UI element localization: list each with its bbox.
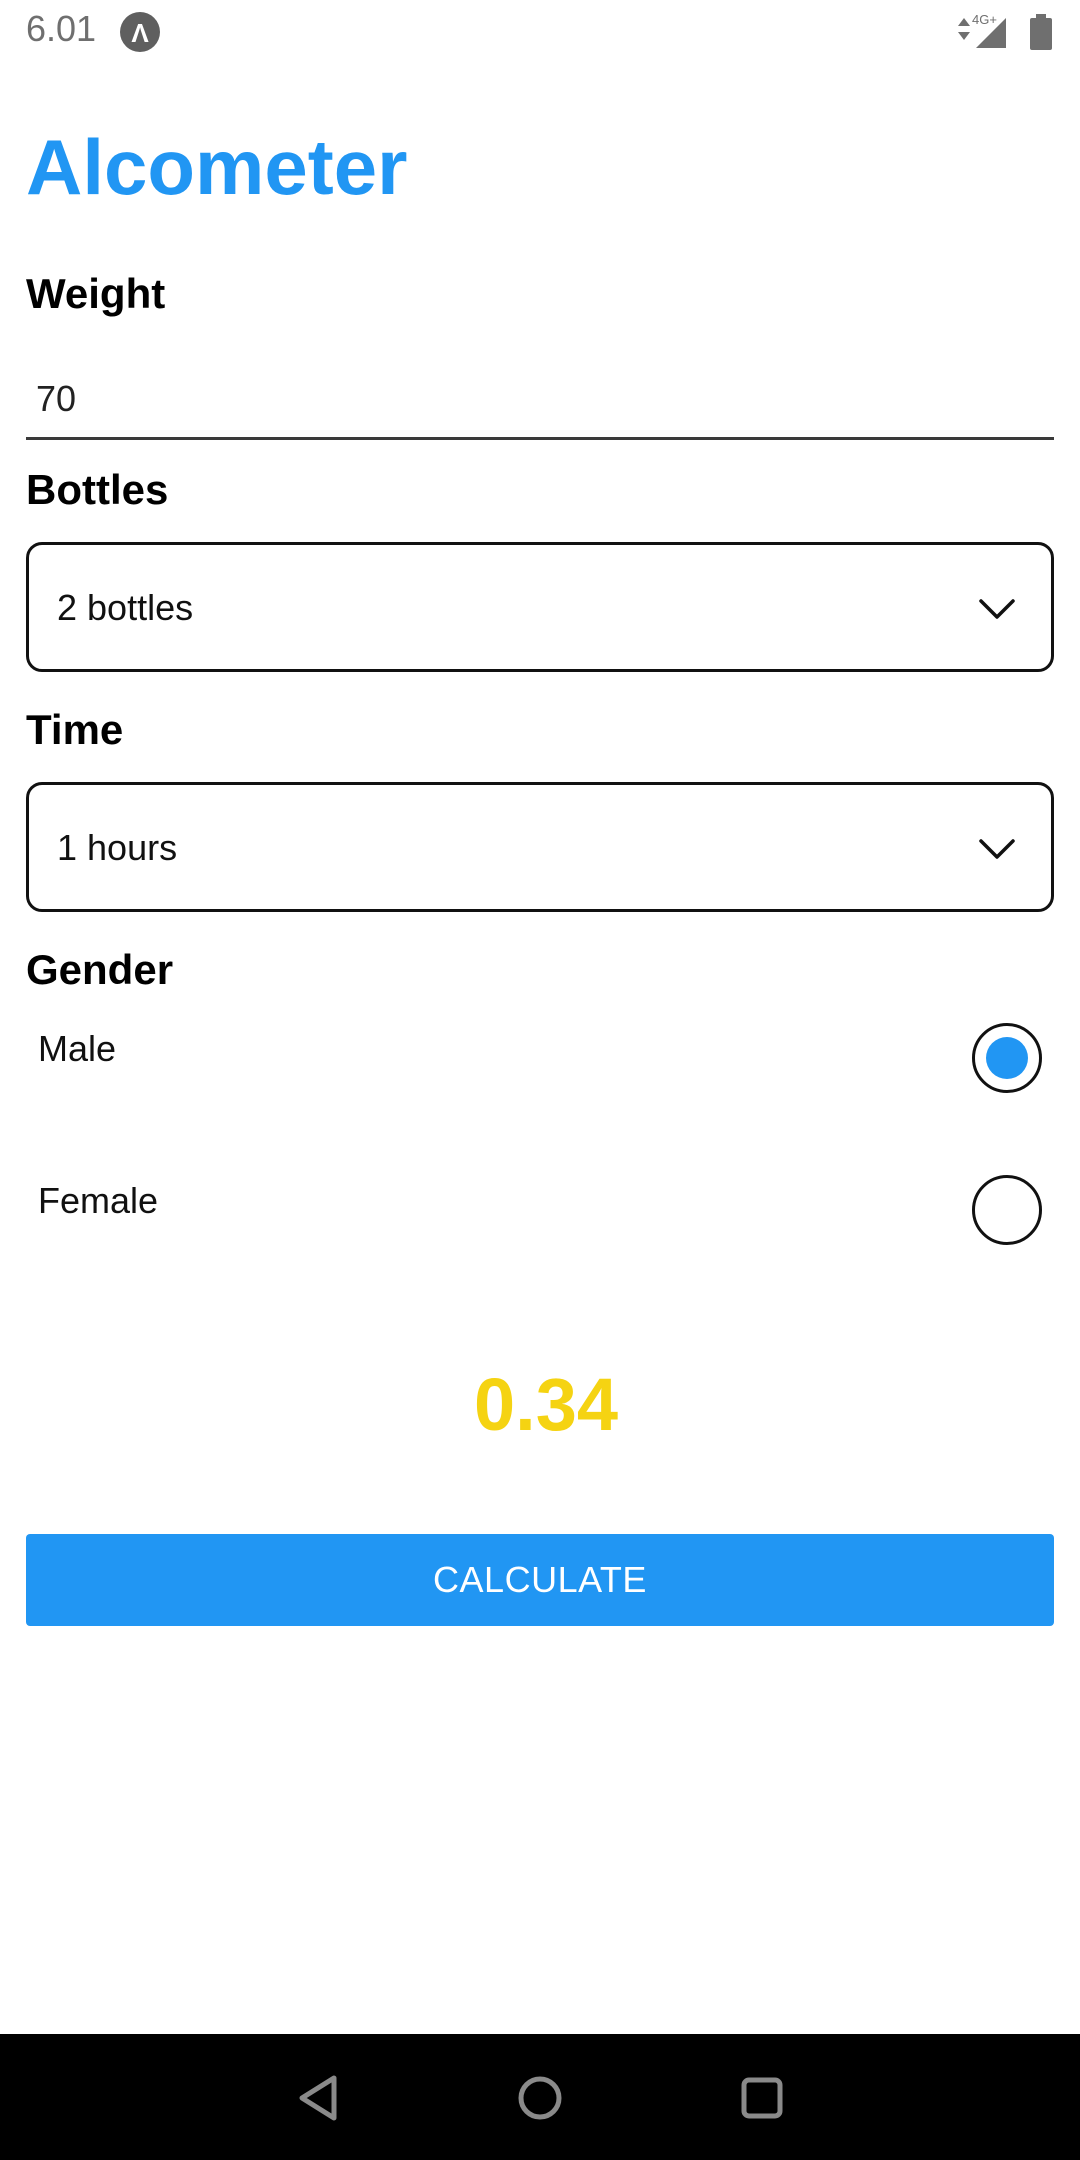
time-selected-value: 1 hours (57, 827, 178, 868)
network-type-label: 4G+ (972, 12, 997, 27)
radio-selected-dot (986, 1037, 1028, 1079)
gender-option-label: Female (38, 1180, 159, 1221)
page-title: Alcometer (26, 123, 408, 211)
app-notification-icon: Λ (120, 12, 160, 52)
status-icons: 4G+ (956, 10, 1056, 52)
time-label: Time (26, 706, 124, 753)
male-radio-button[interactable] (972, 1023, 1042, 1093)
back-triangle-icon[interactable] (290, 2068, 350, 2128)
status-bar: 6.01 Λ 4G+ (0, 0, 1080, 62)
recents-square-icon[interactable] (732, 2068, 792, 2128)
navigation-bar (0, 2034, 1080, 2160)
calculate-button[interactable]: CALCULATE (26, 1534, 1054, 1626)
battery-icon (1030, 18, 1052, 50)
app-screen: 6.01 Λ 4G+ Alcometer Weight Bottles 2 bo… (0, 0, 1080, 2160)
signal-icon: 4G+ (958, 12, 1052, 50)
female-radio-button[interactable] (972, 1175, 1042, 1245)
chevron-down-icon (979, 839, 1015, 859)
gender-label: Gender (26, 946, 174, 993)
bottles-selected-value: 2 bottles (57, 587, 194, 628)
result-value: 0.34 (473, 1363, 619, 1446)
chevron-down-icon (979, 599, 1015, 619)
gender-option-label: Male (38, 1028, 117, 1069)
home-circle-icon[interactable] (510, 2068, 570, 2128)
weight-label: Weight (26, 270, 166, 317)
gender-option-male[interactable]: Male (26, 1018, 1054, 1118)
time-select[interactable]: 1 hours (26, 782, 1054, 912)
bottles-select[interactable]: 2 bottles (26, 542, 1054, 672)
weight-input[interactable] (26, 360, 1054, 440)
bottles-label: Bottles (26, 466, 169, 513)
status-time: 6.01 (26, 8, 97, 49)
gender-option-female[interactable]: Female (26, 1170, 1054, 1270)
